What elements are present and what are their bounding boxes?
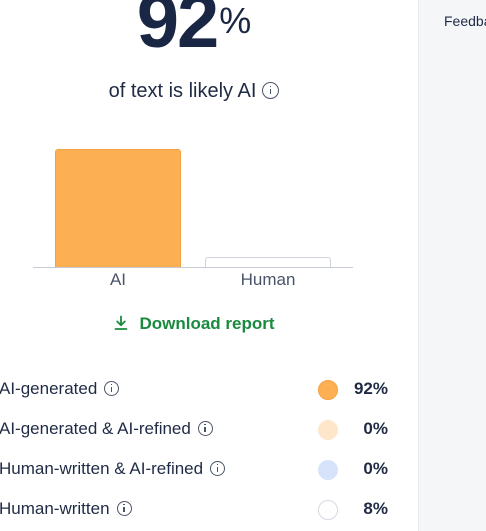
category-label-human: Human [240, 270, 296, 289]
breakdown-value: 0% [363, 419, 388, 438]
right-sidebar: Feedback [418, 0, 486, 531]
chart-baseline [33, 267, 353, 268]
ai-score-unit: % [219, 0, 252, 41]
feedback-link[interactable]: Feedback [444, 13, 486, 29]
ai-score-value: 92 [136, 0, 220, 64]
info-icon[interactable] [197, 420, 213, 436]
ai-score: 92% [0, 0, 388, 60]
breakdown-label: Human-written [0, 499, 110, 518]
breakdown-label: AI-generated & AI-refined [0, 419, 191, 438]
breakdown-row-human-written-ai-refined: Human-written & AI-refined 0% [0, 450, 400, 490]
download-report-button[interactable]: Download report [0, 314, 388, 334]
breakdown-label: AI-generated [0, 379, 98, 398]
legend-swatch [318, 380, 338, 400]
category-label-ai: AI [109, 270, 127, 289]
legend-swatch [318, 500, 338, 520]
download-report-label: Download report [139, 314, 275, 333]
breakdown-value: 92% [353, 379, 388, 398]
score-subtitle: of text is likely AI [0, 80, 388, 103]
info-icon[interactable] [262, 81, 280, 99]
download-icon [115, 315, 128, 330]
bar-ai [55, 149, 181, 267]
breakdown-label: Human-written & AI-refined [0, 459, 204, 478]
info-icon[interactable] [116, 500, 132, 516]
info-icon[interactable] [104, 380, 120, 396]
ai-human-bar-chart: AI Human [0, 130, 388, 300]
breakdown-row-ai-generated: AI-generated 92% [0, 370, 400, 410]
breakdown-value: 0% [363, 459, 388, 478]
breakdown-row-ai-generated-ai-refined: AI-generated & AI-refined 0% [0, 410, 400, 450]
score-subtitle-text: of text is likely AI [108, 80, 257, 102]
results-panel: 92% of text is likely AI AI Human Downlo… [0, 0, 418, 531]
bar-human [205, 257, 331, 267]
breakdown-row-human-written: Human-written 8% [0, 490, 400, 530]
breakdown-list: AI-generated 92% AI-generated & AI-refin… [0, 370, 400, 530]
legend-swatch [318, 460, 338, 480]
legend-swatch [318, 420, 338, 440]
breakdown-value: 8% [363, 499, 388, 518]
info-icon[interactable] [210, 460, 226, 476]
